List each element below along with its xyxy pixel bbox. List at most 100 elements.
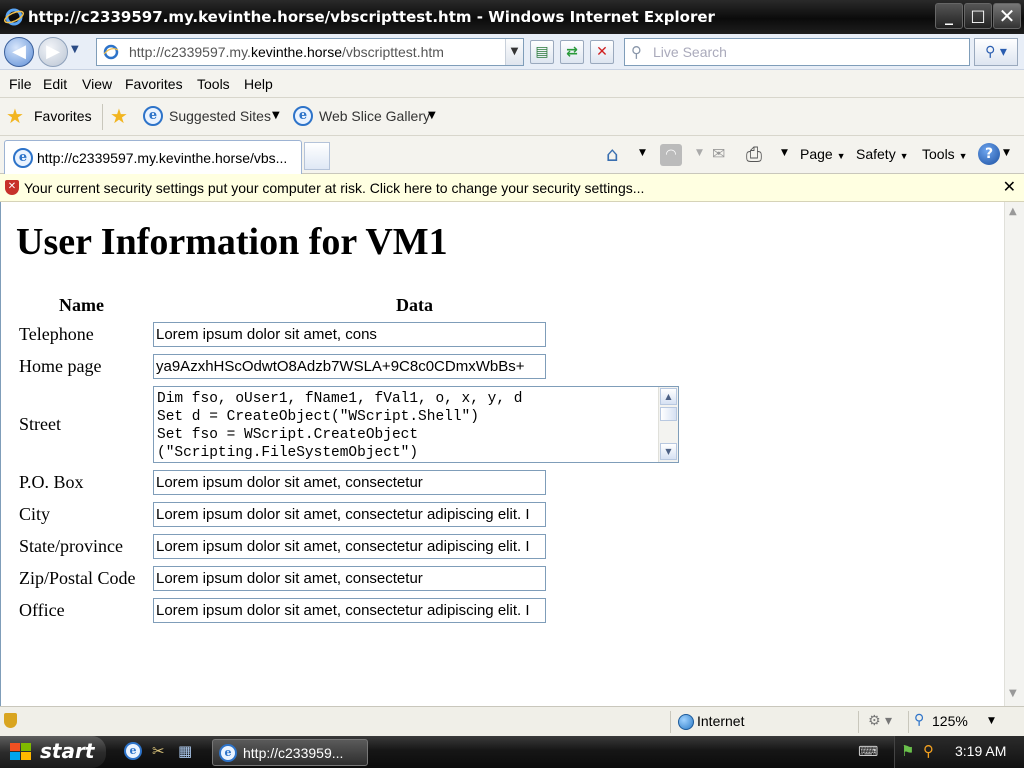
search-button[interactable]: ⚲ ▾ [974,38,1018,66]
zip-postal-code-field[interactable]: Lorem ipsum dolor sit amet, consectetur [153,566,546,591]
menu-help[interactable]: Help [244,76,273,92]
state-province-field[interactable]: Lorem ipsum dolor sit amet, consectetur … [153,534,546,559]
window-title-bar[interactable]: http://c2339597.my.kevinthe.horse/vbscri… [0,0,1024,34]
tab-label: http://c2339597.my.kevinthe.horse/vbs... [37,150,288,166]
safety-menu[interactable]: Safety ▼ [856,146,909,162]
add-favorites-icon[interactable]: ★ [110,104,128,128]
address-field[interactable]: http://c2339597.my.kevinthe.horse/vbscri… [96,38,524,66]
tray-network-icon[interactable]: ⚑ [901,742,914,760]
label-street: Street [19,414,61,434]
security-zone[interactable]: Internet [697,713,744,729]
search-input[interactable]: ⚲ Live Search [624,38,970,66]
back-button[interactable]: ◀ [4,37,34,67]
search-provider-icon: ⚲ [631,43,642,61]
page-scrollbar[interactable]: ▲ ▼ [1004,202,1024,706]
refresh-button[interactable]: ⇄ [560,40,584,64]
start-button[interactable]: start [0,736,106,768]
tab-active[interactable]: e http://c2339597.my.kevinthe.horse/vbs.… [4,140,302,174]
label-city: City [19,504,51,524]
city-field[interactable]: Lorem ipsum dolor sit amet, consectetur … [153,502,546,527]
maximize-button[interactable]: □ [964,3,992,29]
menu-file[interactable]: File [9,76,32,92]
keyboard-icon[interactable]: ⌨ [858,744,878,760]
suggested-sites-dropdown-icon[interactable]: ▼ [272,110,280,121]
protected-mode-icon[interactable]: ⚙ ▾ [868,713,892,729]
internet-zone-icon [678,714,694,730]
help-icon[interactable]: ? [978,143,1000,165]
info-bar-message[interactable]: Your current security settings put your … [24,180,644,196]
suggested-sites-link[interactable]: Suggested Sites [169,108,271,124]
web-slice-dropdown-icon[interactable]: ▼ [428,110,436,121]
stop-button[interactable]: ✕ [590,40,614,64]
column-header-name: Name [59,295,104,315]
new-tab-button[interactable] [304,142,330,170]
address-url[interactable]: http://c2339597.my.kevinthe.horse/vbscri… [129,44,444,60]
taskbar-item-label: http://c233959... [243,745,344,761]
back-arrow-icon: ◀ [12,41,26,62]
minimize-button[interactable]: _ [935,3,963,29]
security-status-icon[interactable] [4,713,17,728]
home-dropdown-icon[interactable]: ▼ [639,148,646,158]
favorites-divider [102,104,103,130]
tools-menu[interactable]: Tools ▼ [922,146,968,162]
menu-tools[interactable]: Tools [197,76,230,92]
forward-arrow-icon: ▶ [46,41,60,62]
column-header-data: Data [396,295,433,315]
web-slice-gallery-link[interactable]: Web Slice Gallery [319,108,430,124]
compatibility-view-button[interactable]: ▤ [530,40,554,64]
status-bar: Internet ⚙ ▾ ⚲ 125% ▼ [0,706,1024,736]
quicklaunch-ie-icon[interactable]: e [124,742,142,760]
menu-favorites[interactable]: Favorites [125,76,183,92]
quicklaunch-media-icon[interactable]: ✂ [152,742,165,760]
page-title: User Information for VM1 [16,221,448,263]
page-scroll-up-icon[interactable]: ▲ [1009,206,1017,217]
window-title: http://c2339597.my.kevinthe.horse/vbscri… [28,8,715,26]
telephone-field[interactable]: Lorem ipsum dolor sit amet, cons [153,322,546,347]
label-home-page: Home page [19,356,102,376]
forward-button[interactable]: ▶ [38,37,68,67]
feeds-dropdown-icon[interactable]: ▼ [696,148,703,158]
help-dropdown-icon[interactable]: ▼ [1003,148,1010,158]
favorites-button[interactable]: Favorites [34,108,92,124]
page-scroll-down-icon[interactable]: ▼ [1009,688,1017,699]
menu-view[interactable]: View [82,76,112,92]
address-dropdown-button[interactable]: ▼ [505,39,523,65]
street-scrollbar[interactable]: ▲ ▼ [658,387,678,462]
zoom-level[interactable]: 125% [932,713,968,729]
suggested-sites-icon: e [143,106,163,126]
page-menu[interactable]: Page ▼ [800,146,846,162]
read-mail-icon[interactable]: ✉ [712,144,725,163]
taskbar-item-ie[interactable]: e http://c233959... [212,739,368,766]
scroll-down-arrow-icon[interactable]: ▼ [660,443,677,460]
home-icon[interactable]: ⌂ [606,142,619,166]
print-icon[interactable]: ⎙ [746,142,762,166]
scroll-thumb[interactable] [660,407,677,421]
close-button[interactable]: ✕ [993,3,1021,29]
info-bar-close-icon[interactable]: ✕ [1003,177,1016,196]
scroll-up-arrow-icon[interactable]: ▲ [660,388,677,405]
address-toolbar: ◀ ▶ ▼ http://c2339597.my.kevinthe.horse/… [0,34,1024,70]
windows-flag-icon [10,743,31,760]
page-icon [103,44,119,60]
home-page-field[interactable]: ya9AzxhHScOdwtO8Adzb7WSLA+9C8c0CDmxWbBs+ [153,354,546,379]
tray-search-icon[interactable]: ⚲ [923,742,934,760]
security-info-bar[interactable]: ✕ Your current security settings put you… [0,174,1024,202]
zoom-dropdown-icon[interactable]: ▼ [988,716,995,726]
ie-logo-icon [4,8,24,26]
tab-row: e http://c2339597.my.kevinthe.horse/vbs.… [0,136,1024,174]
history-dropdown-icon[interactable]: ▼ [71,44,79,55]
po-box-field[interactable]: Lorem ipsum dolor sit amet, consectetur [153,470,546,495]
menu-edit[interactable]: Edit [43,76,67,92]
status-divider [858,711,859,733]
zoom-icon: ⚲ [914,712,925,728]
feeds-icon[interactable]: ◠ [660,144,682,166]
street-textarea[interactable]: Dim fso, oUser1, fName1, fVal1, o, x, y,… [153,386,679,463]
tab-page-icon: e [13,148,33,168]
quicklaunch-desktop-icon[interactable]: ▦ [178,742,192,760]
label-office: Office [19,600,65,620]
clock[interactable]: 3:19 AM [955,743,1006,759]
office-field[interactable]: Lorem ipsum dolor sit amet, consectetur … [153,598,546,623]
label-zip-postal-code: Zip/Postal Code [19,568,136,588]
compatibility-icon: ▤ [535,44,549,60]
print-dropdown-icon[interactable]: ▼ [781,148,788,158]
